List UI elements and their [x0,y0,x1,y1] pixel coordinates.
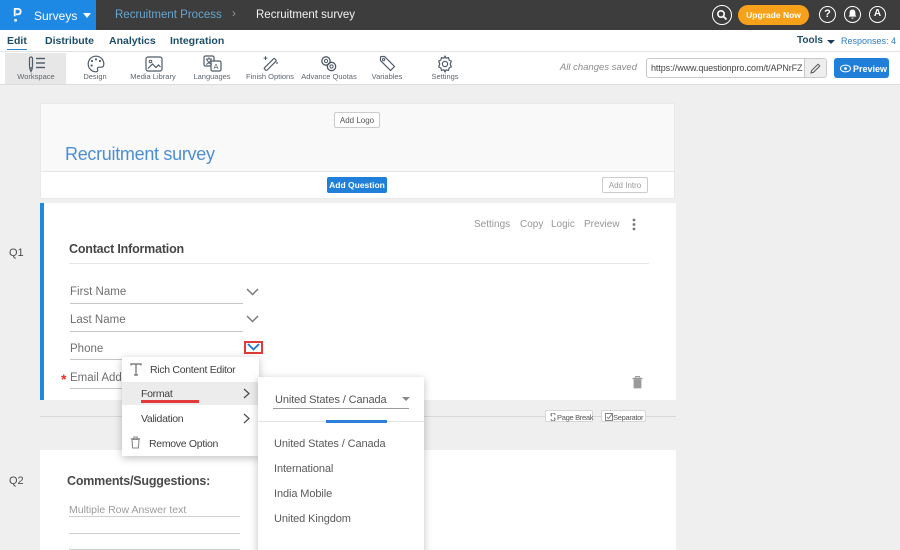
svg-text:A: A [214,62,219,71]
